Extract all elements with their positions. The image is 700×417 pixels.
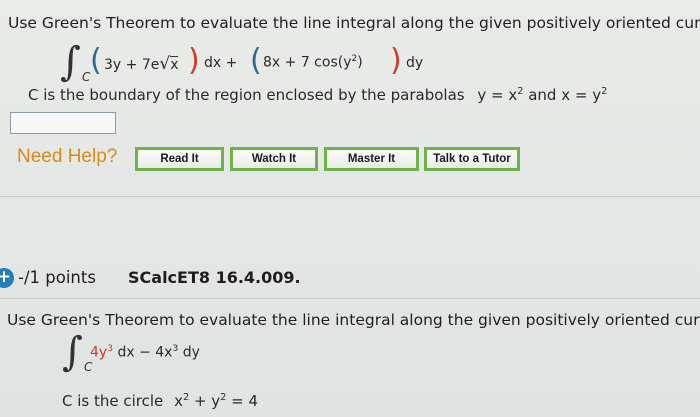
need-help-label: Need Help?	[17, 146, 118, 167]
dx-minus: dx − 4x	[117, 344, 173, 361]
term1-left: 3y + 7e	[104, 57, 160, 73]
description-text: C is the boundary of the region enclosed…	[28, 86, 465, 104]
question2-prompt: Use Green's Theorem to evaluate the line…	[7, 311, 700, 329]
question2-integral: ∫ C 4y3 dx − 4x3 dy	[62, 330, 262, 378]
equation-1: y = x2	[477, 86, 524, 104]
description-text: C is the circle	[62, 392, 164, 410]
question1-description: C is the boundary of the region enclosed…	[28, 86, 607, 104]
question2-description: C is the circle x2 + y2 = 4	[62, 392, 258, 410]
read-it-button[interactable]: Read It	[135, 147, 224, 171]
dx-plus: dx +	[204, 55, 238, 71]
right-paren2-icon: )	[390, 43, 402, 78]
points-plus-icon[interactable]: +	[0, 268, 14, 288]
left-paren2-icon: (	[250, 43, 262, 78]
integral-subscript: C	[84, 360, 93, 374]
radicand: x	[170, 56, 179, 73]
dy-label: dy	[182, 344, 200, 361]
term2-exponent: 3	[172, 344, 179, 354]
question1-prompt: Use Green's Theorem to evaluate the line…	[8, 14, 700, 32]
circle-equation: x2 + y2 = 4	[174, 392, 259, 410]
watch-it-button[interactable]: Watch It	[230, 147, 318, 171]
left-paren-icon: (	[90, 43, 102, 78]
header-divider	[0, 298, 700, 299]
integral-sign-icon: ∫	[60, 39, 81, 85]
and-word: and	[528, 86, 557, 104]
master-it-button[interactable]: Master It	[324, 147, 419, 171]
term2-right: )	[357, 54, 363, 71]
equation-2: x = y2	[561, 86, 608, 104]
question1-integral: ∫ C ( 3y + 7e√x ) dx + ( 8x + 7 cos(y2) …	[60, 39, 424, 90]
integral-sign-icon: ∫	[62, 329, 83, 375]
dy-label: dy	[406, 55, 424, 71]
right-paren-icon: )	[188, 43, 200, 78]
term1: 4y	[90, 344, 108, 361]
talk-to-tutor-button[interactable]: Talk to a Tutor	[424, 147, 520, 171]
radical-icon: √	[159, 54, 171, 74]
answer-input[interactable]	[10, 112, 116, 134]
question-code: SCalcET8 16.4.009.	[128, 268, 301, 287]
question-divider	[0, 196, 700, 197]
term2-left: 8x + 7 cos(y	[263, 54, 352, 71]
term1-exponent: 3	[107, 344, 113, 354]
points-label: -/1 points	[18, 268, 96, 287]
